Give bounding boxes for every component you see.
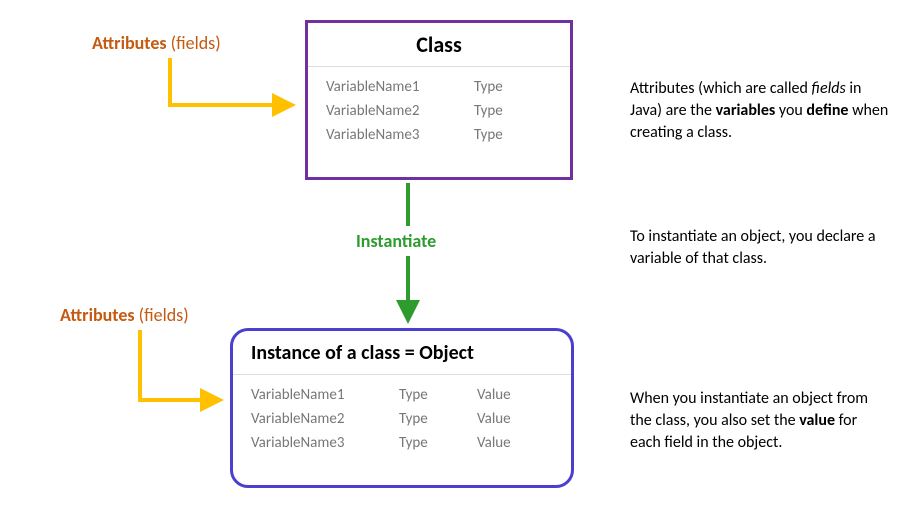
instantiate-label: Instantiate	[356, 230, 436, 252]
variable-name: VariableName2	[251, 407, 371, 431]
object-title-prefix: Instance of a class	[251, 341, 405, 365]
object-row: VariableName1 Type Value	[251, 383, 553, 407]
variable-type: Type	[474, 123, 524, 147]
explanation-top: Attributes (which are called fields in J…	[630, 78, 890, 144]
variables-bold: variables	[716, 101, 776, 120]
variable-type: Type	[399, 407, 449, 431]
object-row: VariableName2 Type Value	[251, 407, 553, 431]
variable-name: VariableName2	[326, 99, 446, 123]
variable-type: Type	[399, 383, 449, 407]
fields-paren: (fields)	[171, 32, 221, 54]
class-box: Class VariableName1 Type VariableName2 T…	[305, 20, 573, 180]
attributes-word: Attributes	[92, 32, 171, 54]
attributes-label-top: Attributes (fields)	[92, 32, 221, 54]
diagram-canvas: Attributes (fields) Attributes (fields) …	[0, 0, 908, 526]
variable-value: Value	[477, 407, 527, 431]
attributes-label-bottom: Attributes (fields)	[60, 304, 189, 326]
object-row: VariableName3 Type Value	[251, 431, 553, 455]
variable-type: Type	[474, 75, 524, 99]
object-title: Instance of a class = Object	[233, 331, 571, 375]
class-body: VariableName1 Type VariableName2 Type Va…	[308, 67, 570, 157]
arrow-attributes-top-icon	[170, 58, 290, 105]
arrow-attributes-bottom-icon	[140, 330, 218, 400]
explanation-bottom: When you instantiate an object from the …	[630, 388, 890, 454]
object-body: VariableName1 Type Value VariableName2 T…	[233, 375, 571, 465]
class-row: VariableName1 Type	[326, 75, 552, 99]
fields-paren: (fields)	[139, 304, 189, 326]
object-title-object: Object	[419, 341, 474, 365]
variable-name: VariableName1	[251, 383, 371, 407]
object-title-eq: =	[405, 341, 419, 365]
variable-name: VariableName3	[326, 123, 446, 147]
variable-name: VariableName1	[326, 75, 446, 99]
variable-value: Value	[477, 431, 527, 455]
define-bold: define	[806, 101, 848, 120]
variable-type: Type	[474, 99, 524, 123]
value-bold: value	[799, 411, 835, 430]
attributes-word: Attributes	[60, 304, 139, 326]
class-row: VariableName2 Type	[326, 99, 552, 123]
variable-type: Type	[399, 431, 449, 455]
fields-italic: fields	[811, 79, 845, 98]
object-box: Instance of a class = Object VariableNam…	[230, 328, 574, 488]
variable-value: Value	[477, 383, 527, 407]
class-row: VariableName3 Type	[326, 123, 552, 147]
variable-name: VariableName3	[251, 431, 371, 455]
explanation-middle: To instantiate an object, you declare a …	[630, 226, 890, 270]
class-title: Class	[308, 23, 570, 67]
